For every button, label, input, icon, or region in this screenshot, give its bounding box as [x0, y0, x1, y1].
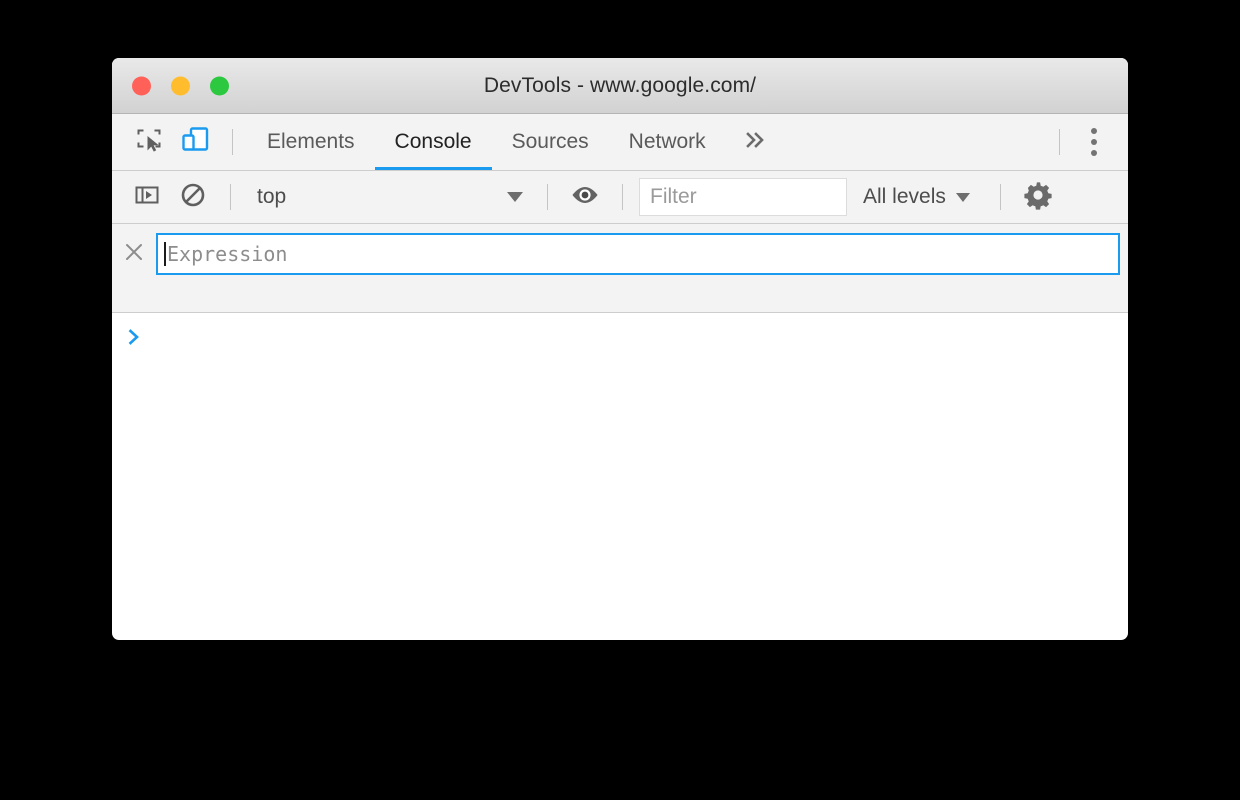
window-title: DevTools - www.google.com/ [483, 73, 757, 97]
chevron-double-right-icon [742, 127, 768, 158]
tab-network-label: Network [628, 130, 706, 153]
more-tabs-button[interactable] [726, 114, 784, 170]
tab-sources-label: Sources [511, 130, 589, 153]
javascript-context-value: top [257, 185, 287, 208]
console-sidebar-icon [132, 180, 162, 215]
tab-elements[interactable]: Elements [247, 114, 375, 170]
live-expression-row: Expression [112, 233, 1128, 275]
chevron-down-icon-levels [955, 192, 970, 202]
tab-console[interactable]: Console [374, 114, 492, 170]
more-vertical-icon-dot3 [1091, 150, 1097, 156]
log-level-value: All levels [863, 185, 946, 208]
toolbar-divider [232, 129, 233, 155]
window-titlebar: DevTools - www.google.com/ [112, 58, 1128, 114]
log-level-select[interactable]: All levels [847, 179, 986, 215]
console-filter-input[interactable]: Filter [639, 178, 847, 216]
console-filter-placeholder: Filter [650, 185, 697, 208]
console-sidebar-toggle-button[interactable] [124, 174, 170, 220]
tab-console-label: Console [394, 130, 472, 153]
close-icon [123, 241, 145, 268]
device-toolbar-button[interactable] [172, 119, 218, 165]
console-toolbar-divider-3 [622, 184, 623, 210]
more-vertical-icon-dot2 [1091, 139, 1097, 145]
tab-elements-label: Elements [267, 130, 355, 153]
live-expression-pane: Expression [112, 224, 1128, 313]
console-toolbar-divider-2 [547, 184, 548, 210]
console-prompt-row[interactable] [112, 323, 1128, 353]
console-toolbar: top Filter All levels [112, 171, 1128, 224]
javascript-context-select[interactable]: top [245, 179, 533, 215]
remove-live-expression-button[interactable] [112, 241, 156, 268]
panel-tabs: Elements Console Sources Network [247, 114, 784, 170]
tab-network[interactable]: Network [609, 114, 726, 170]
live-expression-placeholder: Expression [167, 242, 288, 266]
more-vertical-icon [1091, 128, 1097, 134]
console-settings-button[interactable] [1015, 174, 1061, 220]
live-expression-input[interactable]: Expression [156, 233, 1120, 275]
clear-console-icon [178, 180, 208, 215]
console-toolbar-divider-1 [230, 184, 231, 210]
inspect-element-icon [134, 125, 164, 160]
tab-sources[interactable]: Sources [492, 114, 609, 170]
console-prompt-chevron [112, 323, 156, 352]
gear-icon [1022, 179, 1054, 216]
create-live-expression-button[interactable] [562, 174, 608, 220]
chevron-right-icon [124, 327, 144, 352]
main-toolbar: Elements Console Sources Network [112, 114, 1128, 171]
main-menu-button[interactable] [1074, 119, 1114, 165]
inspect-element-button[interactable] [126, 119, 172, 165]
console-toolbar-divider-4 [999, 184, 1001, 210]
device-toolbar-icon [178, 123, 212, 162]
chevron-down-icon [507, 192, 523, 202]
eye-icon [569, 179, 601, 216]
clear-console-button[interactable] [170, 174, 216, 220]
devtools-window: DevTools - www.google.com/ Elements Cons… [112, 58, 1128, 640]
menu-divider [1059, 129, 1060, 155]
console-output-area[interactable] [112, 313, 1128, 610]
